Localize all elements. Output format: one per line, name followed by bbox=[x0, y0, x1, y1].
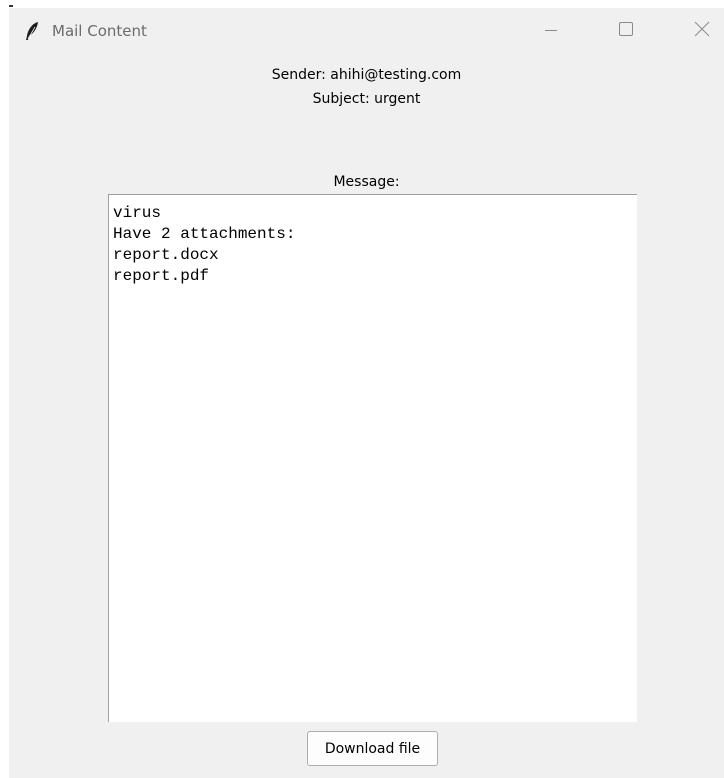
title-bar[interactable]: Mail Content bbox=[9, 8, 724, 53]
maximize-icon bbox=[619, 21, 633, 40]
corner-mark bbox=[9, 5, 13, 7]
minimize-icon bbox=[545, 21, 557, 40]
minimize-button[interactable] bbox=[526, 8, 576, 53]
mail-content-window: Mail Content Sender: ahihi@testing.com S… bbox=[9, 8, 724, 778]
subject-label: Subject: urgent bbox=[312, 91, 421, 107]
message-line: Have 2 attachments: bbox=[113, 225, 296, 243]
message-text-area[interactable]: virus Have 2 attachments: report.docx re… bbox=[108, 194, 637, 722]
window-title: Mail Content bbox=[52, 22, 147, 40]
message-line: report.pdf bbox=[113, 267, 210, 285]
message-line: virus bbox=[113, 204, 162, 222]
close-icon bbox=[694, 21, 710, 41]
message-line: report.docx bbox=[113, 246, 219, 264]
feather-icon bbox=[24, 21, 40, 41]
maximize-button[interactable] bbox=[601, 8, 651, 53]
message-label: Message: bbox=[333, 174, 400, 190]
download-file-button[interactable]: Download file bbox=[307, 731, 438, 766]
sender-label: Sender: ahihi@testing.com bbox=[271, 67, 462, 83]
close-button[interactable] bbox=[677, 8, 724, 53]
